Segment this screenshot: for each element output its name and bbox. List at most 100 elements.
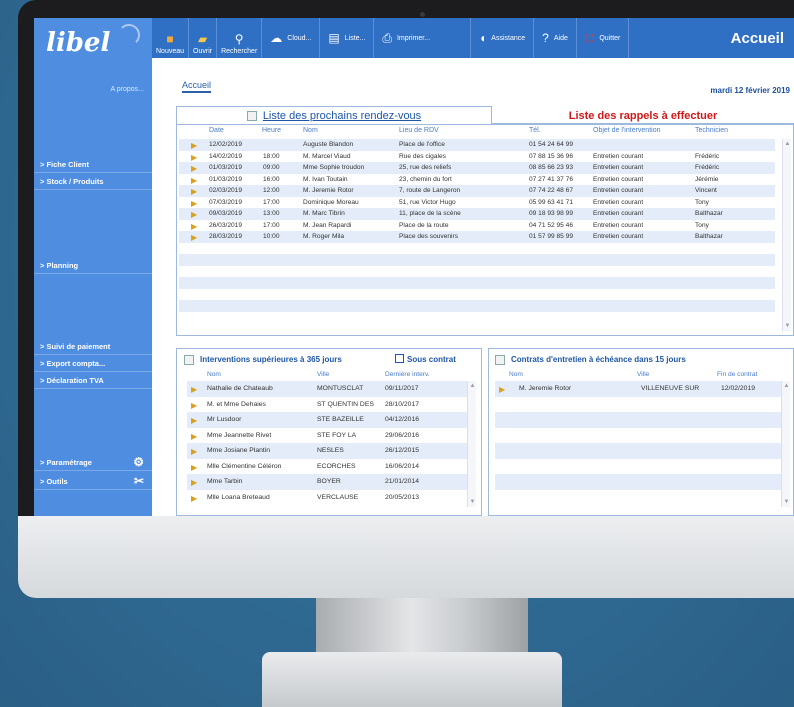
folder-icon: ▶ — [191, 198, 198, 208]
sous-contrat-checkbox[interactable]: Sous contrat — [395, 354, 456, 364]
cell-objet: Entretien courant — [593, 187, 644, 194]
list-item[interactable]: ▶ Mme Josiane Plantin NESLES 26/12/2015 — [187, 443, 469, 459]
cell-nom: M. Marc Tibrin — [303, 210, 345, 217]
list-item[interactable]: ▶ Mme Tarbin BOYER 21/01/2014 — [187, 474, 469, 490]
scroll-up-icon[interactable]: ▲ — [783, 382, 790, 390]
cell-lieu: 51, rue Victor Hugo — [399, 198, 456, 206]
cell-tel: 01 57 99 85 99 — [529, 233, 573, 240]
sidebar-item-parametrage[interactable]: > Paramétrage ⚙ — [34, 454, 152, 471]
sidebar-item-planning[interactable]: > Planning — [34, 257, 152, 274]
sidebar-item-suivi-paiement[interactable]: > Suivi de paiement — [34, 338, 152, 355]
scroll-up-icon[interactable]: ▲ — [784, 140, 791, 148]
sidebar-item-label: > Outils — [40, 477, 68, 486]
list-item[interactable]: ▶ Nathalie de Chateaub MONTUSCLAT 09/11/201… — [187, 381, 469, 397]
liste-button[interactable]: ▤ Liste... — [320, 18, 375, 58]
printer-icon: ⎙ — [382, 30, 392, 45]
table-row[interactable]: ▶ 28/03/2019 10:00 M. Roger Mila Place des s… — [179, 231, 775, 243]
cell-ville: MONTUSCLAT — [317, 385, 364, 392]
sidebar-item-outils[interactable]: > Outils ✂ — [34, 473, 152, 490]
list-item[interactable]: ▶ Mlle Loana Breteaud VERCLAUSE 20/05/2013 — [187, 490, 469, 506]
folder-icon: ▶ — [191, 187, 198, 196]
search-button[interactable]: ⚲ Rechercher — [217, 18, 263, 58]
cell-nom: Mr Lusdoor — [207, 416, 242, 423]
interventions-scrollbar[interactable]: ▲ ▼ — [467, 381, 476, 507]
scroll-down-icon[interactable]: ▼ — [784, 322, 791, 330]
cell-heure: 18:00 — [263, 152, 280, 160]
print-button[interactable]: ⎙ Imprimer... — [374, 18, 472, 58]
cell-nom: M. Jeremie Rotor — [303, 187, 354, 194]
cloud-button[interactable]: ☁ Cloud... — [262, 18, 321, 58]
tab-rendez-vous[interactable]: Liste des prochains rendez-vous — [176, 106, 492, 124]
quit-button[interactable]: ⏻ Quitter — [577, 18, 630, 58]
contrats-scrollbar[interactable]: ▲ ▼ — [781, 381, 790, 507]
cell-ville: ST QUENTIN DES — [317, 400, 374, 408]
col-ville: Ville — [637, 371, 650, 378]
cell-technicien: Balthazar — [695, 210, 723, 217]
empty-row — [179, 243, 775, 255]
app-screen: libel A propos... > Fiche Client > Stock… — [34, 18, 794, 516]
table-row[interactable]: ▶ 26/03/2019 17:00 M. Jean Rapardi Place de … — [179, 220, 775, 232]
table-row[interactable]: ▶ 02/03/2019 12:00 M. Jeremie Rotor 7, route… — [179, 185, 775, 197]
cell-fin-contrat: 12/02/2019 — [721, 385, 756, 392]
cell-derniere-interv: 20/05/2013 — [385, 493, 420, 501]
scroll-up-icon[interactable]: ▲ — [469, 382, 476, 390]
list-icon: ▤ — [328, 31, 340, 45]
cell-nom: Mme Tarbin — [207, 478, 243, 485]
list-item[interactable]: ▶ Mr Lusdoor STE BAZEILLE 04/12/2016 — [187, 412, 469, 428]
cell-lieu: 11, place de la scène — [399, 210, 461, 217]
scroll-down-icon[interactable]: ▼ — [469, 498, 476, 506]
cell-lieu: Place de la route — [399, 221, 449, 229]
rdv-table-header: Date Heure Nom Lieu de RDV Tél. Objet de… — [177, 127, 777, 139]
cell-objet: Entretien courant — [593, 198, 644, 206]
scroll-down-icon[interactable]: ▼ — [783, 498, 790, 506]
cell-heure: 17:00 — [263, 221, 280, 229]
cell-nom: Dominique Moreau — [303, 198, 359, 206]
list-item[interactable]: ▶ M. et Mme Dehaies ST QUENTIN DES 28/10/20… — [187, 397, 469, 413]
interventions-rows: ▶ Nathalie de Chateaub MONTUSCLAT 09/11/201… — [187, 381, 469, 505]
cell-nom: M. Marcel Viaud — [303, 152, 351, 160]
cell-nom: Mme Sophie troudon — [303, 164, 365, 171]
rdv-title: Liste des prochains rendez-vous — [262, 109, 422, 122]
table-row[interactable]: ▶ 12/02/2019 Auguste Blandon Place de l'off… — [179, 139, 775, 151]
sidebar-item-export-compta[interactable]: > Export compta... — [34, 355, 152, 372]
apropos-link[interactable]: A propos... — [111, 86, 144, 93]
table-row[interactable]: ▶ 01/03/2019 16:00 M. Ivan Toutain 23, chemi… — [179, 174, 775, 186]
cell-lieu: Rue des cigales — [399, 152, 446, 160]
sidebar-item-declaration-tva[interactable]: > Déclaration TVA — [34, 372, 152, 389]
empty-row — [179, 277, 775, 289]
cell-date: 07/03/2019 — [209, 198, 243, 206]
tab-accueil[interactable]: Accueil — [182, 80, 212, 93]
cell-date: 12/02/2019 — [209, 141, 243, 148]
tab-rappels[interactable]: Liste des rappels à effectuer — [492, 108, 794, 124]
assistance-button[interactable]: ◖ Assistance — [471, 18, 535, 58]
cell-nom: M. Ivan Toutain — [303, 175, 348, 183]
monitor-stand — [316, 598, 528, 658]
cell-heure: 16:00 — [263, 175, 280, 183]
table-row[interactable]: ▶ 09/03/2019 13:00 M. Marc Tibrin 11, place … — [179, 208, 775, 220]
col-nom: Nom — [303, 127, 318, 134]
table-row[interactable]: ▶ 14/02/2019 18:00 M. Marcel Viaud Rue des c… — [179, 151, 775, 163]
help-button[interactable]: ? Aide — [534, 18, 577, 58]
list-item[interactable]: ▶ Mme Jeannette Rivet STE FOY LA 29/06/2016 — [187, 428, 469, 444]
checkbox-icon — [395, 354, 404, 363]
cell-derniere-interv: 29/06/2016 — [385, 431, 420, 439]
cell-date: 01/03/2019 — [209, 175, 243, 183]
rdv-rows: ▶ 12/02/2019 Auguste Blandon Place de l'off… — [179, 139, 775, 323]
new-button[interactable]: ■ Nouveau — [152, 18, 190, 58]
sidebar-item-fiche-client[interactable]: > Fiche Client — [34, 156, 152, 173]
empty-row — [179, 312, 775, 324]
sidebar-item-label: > Planning — [40, 261, 79, 270]
table-row[interactable]: ▶ 01/03/2019 09:00 Mme Sophie troudon 25, ru… — [179, 162, 775, 174]
sidebar-item-stock-produits[interactable]: > Stock / Produits — [34, 173, 152, 190]
open-button[interactable]: ▰ Ouvrir — [189, 18, 218, 58]
logo-swirl-icon — [118, 24, 140, 46]
cell-nom: M. et Mme Dehaies — [207, 400, 266, 408]
empty-row — [179, 254, 775, 266]
cell-nom: M. Jean Rapardi — [303, 221, 352, 229]
list-item[interactable]: ▶ M. Jeremie Rotor VILLENEUVE SUR 12/02/201… — [495, 381, 785, 397]
table-row[interactable]: ▶ 07/03/2019 17:00 Dominique Moreau 51, rue … — [179, 197, 775, 209]
list-item[interactable]: ▶ Mlle Clémentine Céléron ECORCHES 16/06/20… — [187, 459, 469, 475]
rdv-scrollbar[interactable]: ▲ ▼ — [782, 139, 791, 331]
liste-button-label: Liste... — [344, 34, 366, 42]
cell-tel: 07 88 15 36 96 — [529, 152, 573, 160]
